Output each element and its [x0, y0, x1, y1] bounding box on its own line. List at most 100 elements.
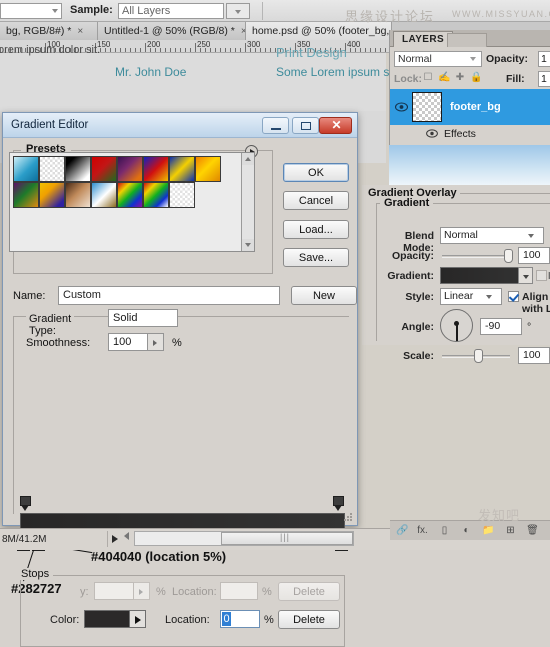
preset-swatch-13[interactable]: [143, 182, 169, 208]
eye-icon[interactable]: [394, 102, 409, 112]
preset-swatch-6[interactable]: [169, 156, 195, 182]
sample-select[interactable]: All Layers: [118, 3, 224, 19]
chevron-down-icon: [528, 234, 534, 238]
gradient-name-row: Name: Custom New: [13, 286, 357, 306]
new-button[interactable]: New: [291, 286, 357, 305]
horizontal-scrollbar[interactable]: [134, 531, 354, 546]
align-with-layer-checkbox[interactable]: [508, 291, 519, 302]
lock-image-pixels-icon[interactable]: ✍: [438, 72, 450, 84]
opacity-stop-right[interactable]: [333, 496, 344, 511]
preset-swatch-11[interactable]: [91, 182, 117, 208]
scale-input[interactable]: 100: [518, 347, 550, 364]
resize-grip[interactable]: [344, 513, 353, 522]
dialog-title-bar[interactable]: Gradient Editor ✕: [3, 113, 357, 138]
layer-fill-input[interactable]: 1: [538, 71, 550, 87]
preset-swatch-4[interactable]: [117, 156, 143, 182]
new-layer-icon[interactable]: ⊞: [504, 525, 517, 537]
scroll-left-icon[interactable]: [124, 532, 129, 540]
lock-all-icon[interactable]: 🔒: [470, 72, 482, 84]
panel-tab-strip: LAYERS: [390, 30, 550, 47]
chevron-down-icon: [486, 295, 492, 299]
document-tab-0[interactable]: bg, RGB/8#) * ×: [0, 22, 98, 40]
layer-name-label: footer_bg: [450, 101, 501, 113]
lock-position-icon[interactable]: ✚: [454, 72, 466, 84]
preset-swatch-10[interactable]: [65, 182, 91, 208]
layer-thumbnail[interactable]: [412, 92, 442, 122]
stop-location-percent: %: [264, 614, 274, 626]
new-group-icon[interactable]: 📁: [482, 525, 495, 537]
gradient-type-select[interactable]: Solid: [108, 309, 178, 327]
scrollbar-thumb[interactable]: [221, 532, 353, 545]
sample-dropdown-button[interactable]: [226, 3, 250, 19]
angle-dial[interactable]: [440, 309, 473, 342]
tab-channels[interactable]: [447, 33, 487, 47]
gradient-scale-row: Scale: 100: [362, 347, 550, 365]
stop-color-dropdown[interactable]: [130, 610, 146, 628]
preset-swatch-8[interactable]: [13, 182, 39, 208]
overlay-opacity-label: Opacity:: [391, 250, 434, 262]
preset-swatch-1[interactable]: [39, 156, 65, 182]
preset-swatch-5[interactable]: [143, 156, 169, 182]
close-button[interactable]: ✕: [319, 117, 352, 134]
chevron-down-icon: [52, 9, 58, 13]
minimize-button[interactable]: [262, 117, 289, 134]
gradient-picker-dropdown[interactable]: [518, 267, 533, 284]
layer-opacity-input[interactable]: 1: [538, 51, 550, 67]
preset-swatch-3[interactable]: [91, 156, 117, 182]
close-icon[interactable]: ×: [77, 26, 83, 37]
presets-list[interactable]: [9, 152, 255, 252]
stop-location-input[interactable]: 0: [220, 610, 260, 628]
cancel-button[interactable]: Cancel: [283, 191, 349, 210]
layer-style-fx-icon[interactable]: fx.: [416, 525, 429, 537]
adjustment-layer-icon[interactable]: ◐: [460, 525, 473, 537]
preset-swatch-0[interactable]: [13, 156, 39, 182]
gradient-editor-dialog[interactable]: Gradient Editor ✕ Presets OK Cancel Load…: [2, 112, 358, 647]
preset-swatch-9[interactable]: [39, 182, 65, 208]
maximize-button[interactable]: [292, 117, 319, 134]
presets-scrollbar[interactable]: [241, 153, 254, 251]
reverse-checkbox[interactable]: [536, 270, 547, 281]
tool-preset-dropdown[interactable]: [0, 3, 62, 19]
opacity-slider-track[interactable]: [442, 255, 510, 258]
gradient-name-input[interactable]: Custom: [58, 286, 280, 305]
angle-handle[interactable]: [454, 321, 459, 326]
preset-swatch-12[interactable]: [117, 182, 143, 208]
preset-swatch-2[interactable]: [65, 156, 91, 182]
save-button[interactable]: Save...: [283, 248, 349, 267]
lock-transparent-pixels-icon[interactable]: ☐: [422, 72, 434, 84]
layer-blend-mode-select[interactable]: Normal: [394, 51, 482, 67]
tab-layers[interactable]: LAYERS: [393, 31, 454, 47]
layer-row-footer-bg[interactable]: footer_bg: [390, 89, 550, 125]
opacity-stop-left[interactable]: [20, 496, 31, 511]
link-layers-icon[interactable]: 🔗: [396, 525, 409, 537]
delete-layer-icon[interactable]: 🗑: [526, 525, 539, 537]
photoshop-app: Sample: All Layers bg, RGB/8#) * × Untitl…: [0, 0, 550, 647]
opacity-slider-knob[interactable]: [504, 249, 513, 263]
gradient-row: Gradient: R: [362, 267, 550, 285]
ruler-label-3: 250: [197, 40, 211, 49]
triangle-right-icon[interactable]: [112, 535, 118, 543]
load-button[interactable]: Load...: [283, 220, 349, 239]
preset-swatch-14[interactable]: [169, 182, 195, 208]
ok-button[interactable]: OK: [283, 163, 349, 182]
status-memory-label: 8M/41.2M: [2, 534, 47, 545]
style-select[interactable]: Linear: [440, 288, 502, 305]
smoothness-stepper[interactable]: [148, 333, 164, 351]
scale-slider-knob[interactable]: [474, 349, 483, 363]
stop-location-label: Location:: [165, 614, 210, 626]
stop-color-swatch[interactable]: [84, 610, 130, 628]
lock-label: Lock:: [394, 73, 423, 85]
gradient-overlay-style-section: Gradient Overlay Gradient Blend Mode: No…: [362, 185, 550, 364]
overlay-opacity-input[interactable]: 100: [518, 247, 550, 264]
layer-mask-icon[interactable]: ▯: [438, 525, 451, 537]
scroll-up-icon[interactable]: [242, 153, 254, 165]
scroll-down-icon[interactable]: [242, 239, 254, 251]
delete-color-stop-button[interactable]: Delete: [278, 610, 340, 629]
angle-needle: [456, 324, 458, 341]
smoothness-input[interactable]: 100: [108, 333, 148, 351]
layer-effects-row[interactable]: Effects: [390, 126, 550, 142]
document-tab-1[interactable]: Untitled-1 @ 50% (RGB/8) *×: [98, 22, 246, 40]
angle-input[interactable]: -90: [480, 318, 522, 335]
preset-swatch-7[interactable]: [195, 156, 221, 182]
eye-icon[interactable]: [426, 129, 438, 138]
